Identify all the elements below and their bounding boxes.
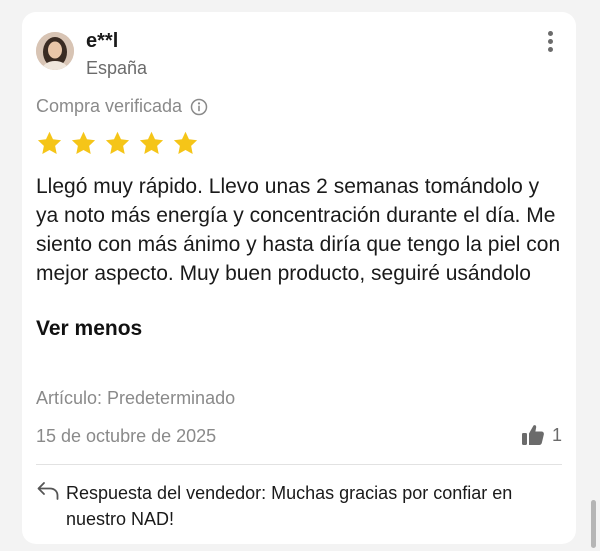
thumbs-up-icon: [521, 425, 544, 445]
review-date: 15 de octubre de 2025: [36, 426, 217, 446]
more-vertical-icon[interactable]: [540, 28, 560, 54]
helpful-button[interactable]: 1: [520, 422, 562, 448]
divider: [36, 464, 562, 465]
seller-reply: Respuesta del vendedor: Muchas gracias p…: [36, 480, 562, 532]
verified-label: Compra verificada: [36, 96, 183, 116]
review-text: Llegó muy rápido. Llevo unas 2 semanas t…: [36, 175, 561, 285]
verified-purchase: Compra verificada: [36, 96, 208, 117]
review-card: e**l España Compra verificada Llegó muy …: [22, 12, 576, 544]
user-country: España: [86, 58, 148, 78]
reply-arrow-icon: [37, 482, 59, 500]
star-icon: [139, 131, 164, 154]
helpful-count: 1: [551, 424, 562, 445]
article-variant: Artículo: Predeterminado: [36, 388, 236, 408]
info-icon[interactable]: [190, 98, 208, 116]
star-icon: [37, 131, 62, 154]
scrollbar[interactable]: [591, 500, 596, 548]
star-rating: [36, 130, 199, 157]
star-icon: [173, 131, 198, 154]
star-icon: [71, 131, 96, 154]
username: e**l: [86, 30, 119, 52]
seller-reply-text: Respuesta del vendedor: Muchas gracias p…: [66, 483, 513, 529]
star-icon: [105, 131, 130, 154]
avatar[interactable]: [36, 32, 74, 70]
see-less-button[interactable]: Ver menos: [36, 317, 142, 341]
